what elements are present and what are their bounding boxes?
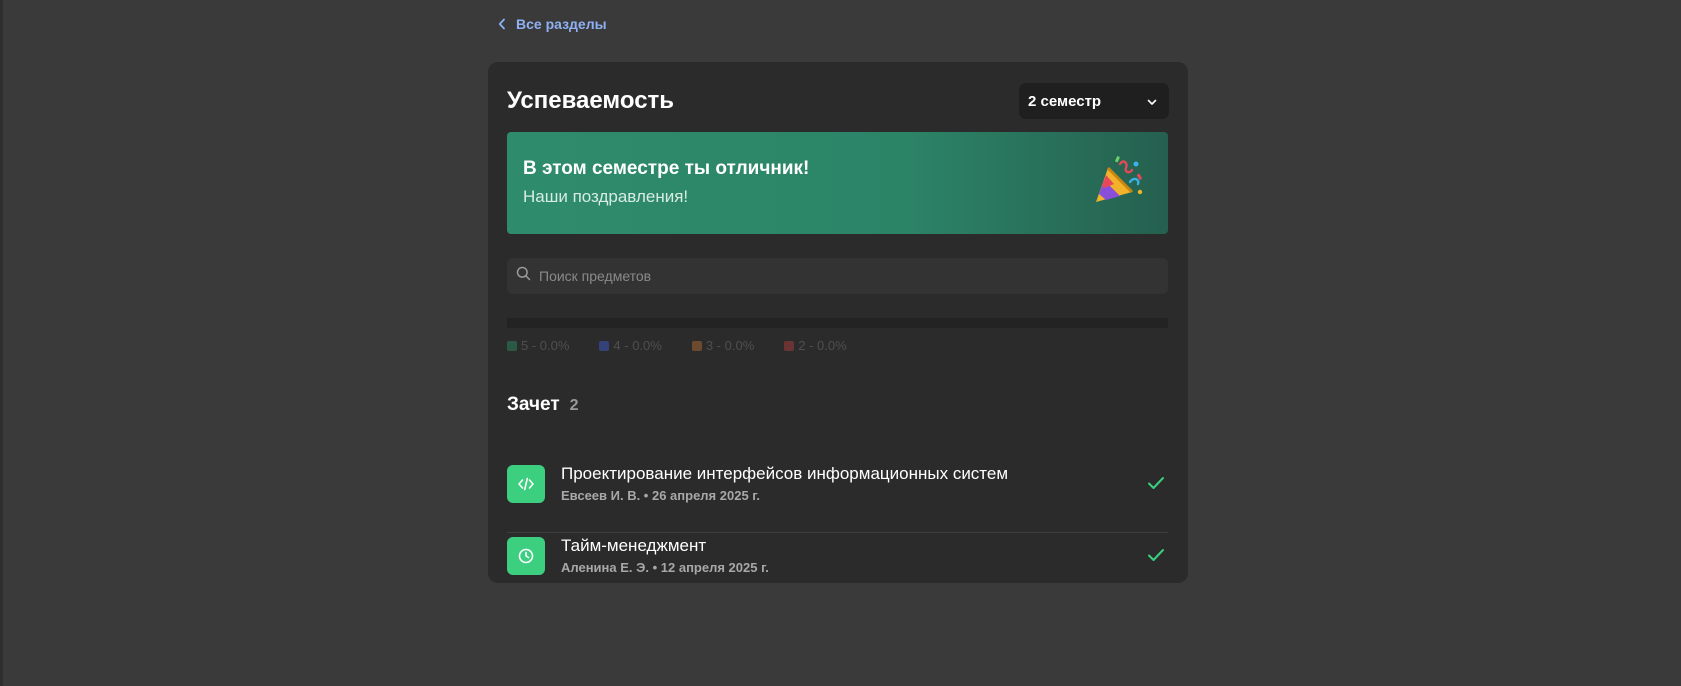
window-edge [0,0,3,686]
legend-item-grade-4: 4 - 0.0% [599,338,662,353]
subject-row[interactable]: Тайм-менеджмент Аленина Е. Э. • 12 апрел… [507,533,1168,605]
subject-row[interactable]: Проектирование интерфейсов информационны… [507,461,1168,533]
check-icon [1147,476,1165,495]
legend-item-grade-2: 2 - 0.0% [784,338,847,353]
banner-title: В этом семестре ты отличник! [523,158,810,179]
clock-icon [507,537,545,575]
performance-panel: Успеваемость 2 семестр В этом семестре т… [488,62,1188,583]
party-popper-icon [1090,154,1146,215]
panel-header: Успеваемость 2 семестр [507,83,1169,119]
subject-search[interactable] [507,258,1168,294]
subject-meta: Евсеев И. В. • 26 апреля 2025 г. [561,488,761,503]
legend-item-grade-5: 5 - 0.0% [507,338,569,353]
legend-label: 5 - 0.0% [521,338,570,353]
legend-label: 3 - 0.0% [705,338,755,353]
section-count: 2 [569,397,579,414]
legend-swatch [507,340,517,351]
subject-name: Тайм-менеджмент [561,536,707,555]
legend-item-grade-3: 3 - 0.0% [691,338,755,353]
section-header: Зачет 2 [507,394,579,416]
back-link-label: Все разделы [516,16,607,32]
legend-label: 2 - 0.0% [798,338,847,353]
semester-select-value: 2 семестр [1028,92,1102,110]
section-name: Зачет [507,394,560,415]
legend-label: 4 - 0.0% [613,338,662,353]
banner-subtitle: Наши поздравления! [523,187,689,206]
semester-select[interactable]: 2 семестр [1019,83,1169,119]
subject-name: Проектирование интерфейсов информационны… [561,464,1009,483]
subject-meta: Аленина Е. Э. • 12 апреля 2025 г. [561,560,769,575]
back-to-sections-link[interactable]: Все разделы [498,14,607,34]
grade-legend: 5 - 0.0% 4 - 0.0% 3 - 0.0% 2 - 0.0% [507,338,847,353]
search-icon [516,266,531,286]
code-icon [507,465,545,503]
chevron-left-icon [498,18,506,30]
chevron-down-icon [1147,93,1157,110]
legend-swatch [599,340,610,351]
excellent-student-banner: В этом семестре ты отличник! Наши поздра… [507,132,1168,234]
page-title: Успеваемость [507,87,675,114]
grade-distribution-bar [507,318,1168,328]
legend-swatch [784,340,795,351]
search-input[interactable] [539,268,1168,284]
check-icon [1147,548,1165,567]
legend-swatch [691,340,702,351]
